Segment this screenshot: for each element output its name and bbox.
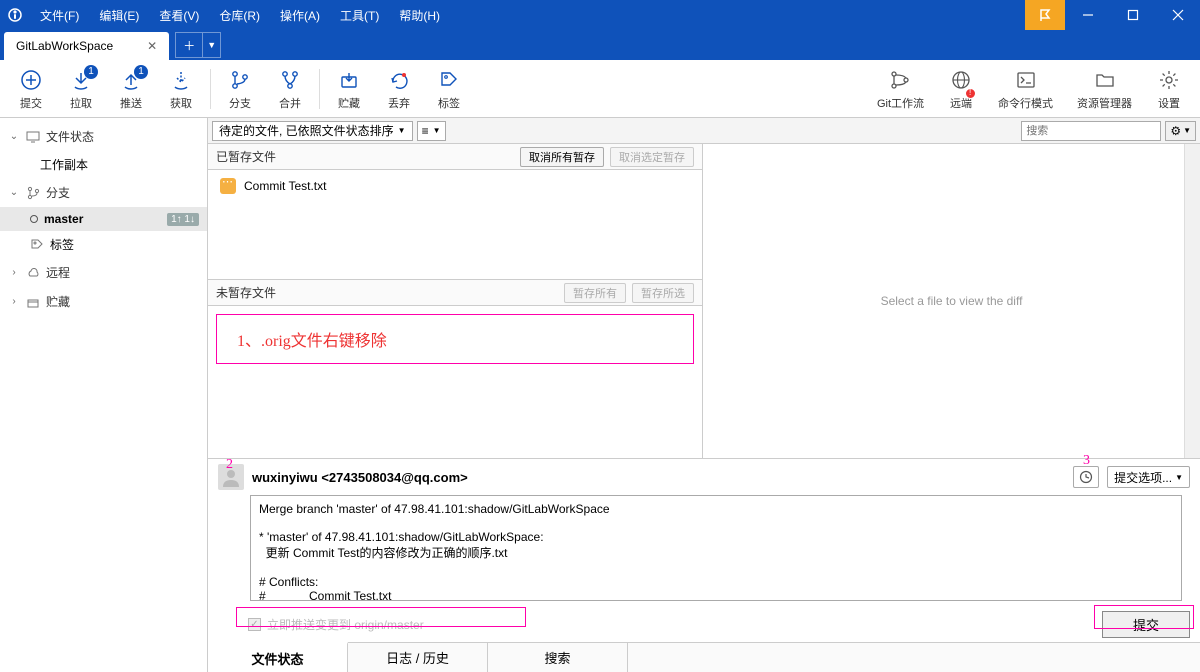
current-branch-icon: [30, 215, 38, 223]
branch-icon: [227, 67, 253, 93]
sidebar-branch-master[interactable]: master 1↑ 1↓: [0, 207, 207, 231]
push-badge: 1: [134, 65, 148, 79]
sidebar-tags[interactable]: 标签: [0, 231, 207, 258]
discard-icon: [386, 67, 412, 93]
annotation-1: 1、.orig文件右键移除: [216, 314, 694, 364]
remote-alert-icon: [965, 88, 976, 99]
maximize-button[interactable]: [1110, 0, 1155, 30]
explorer-button[interactable]: 资源管理器: [1065, 63, 1144, 115]
menu-edit[interactable]: 编辑(E): [89, 0, 149, 30]
menu-repo[interactable]: 仓库(R): [209, 0, 270, 30]
sidebar-remotes[interactable]: › 远程: [0, 258, 207, 287]
pull-badge: 1: [84, 65, 98, 79]
diff-placeholder: Select a file to view the diff: [881, 294, 1023, 308]
search-box[interactable]: 🔍: [1021, 121, 1161, 141]
push-immediately-label: 立即推送变更到 origin/master: [267, 616, 424, 633]
sidebar-stashes[interactable]: › 贮藏: [0, 287, 207, 316]
pull-button[interactable]: 1 拉取: [56, 63, 106, 115]
merge-button[interactable]: 合并: [265, 63, 315, 115]
terminal-button[interactable]: 命令行模式: [986, 63, 1065, 115]
branch-icon: [26, 186, 40, 200]
sidebar-branches[interactable]: ⌄ 分支: [0, 178, 207, 207]
close-tab-icon[interactable]: ✕: [143, 37, 161, 55]
tag-icon: [436, 67, 462, 93]
tab-search[interactable]: 搜索: [488, 643, 628, 672]
menu-bar: 文件(F) 编辑(E) 查看(V) 仓库(R) 操作(A) 工具(T) 帮助(H…: [30, 0, 1025, 30]
annotation-2: 2: [226, 457, 233, 473]
gear-icon: [1156, 67, 1182, 93]
explorer-icon: [1092, 67, 1118, 93]
clock-icon: [1079, 470, 1093, 484]
chevron-down-icon: ⌄: [8, 131, 20, 142]
menu-file[interactable]: 文件(F): [30, 0, 89, 30]
fetch-button[interactable]: 获取: [156, 63, 206, 115]
monitor-icon: [26, 131, 40, 143]
diff-scrollbar[interactable]: [1184, 144, 1200, 458]
commit-message-input[interactable]: Merge branch 'master' of 47.98.41.101:sh…: [250, 495, 1182, 601]
tab-file-status[interactable]: 文件状态: [208, 642, 348, 672]
staged-file-name: Commit Test.txt: [244, 179, 326, 193]
chevron-right-icon: ›: [8, 296, 20, 307]
close-button[interactable]: [1155, 0, 1200, 30]
unstage-selected-button[interactable]: 取消选定暂存: [610, 147, 694, 167]
menu-tools[interactable]: 工具(T): [330, 0, 389, 30]
chevron-down-icon: ⌄: [8, 187, 20, 198]
menu-actions[interactable]: 操作(A): [270, 0, 330, 30]
tab-log-history[interactable]: 日志 / 历史: [348, 643, 488, 672]
remote-button[interactable]: 远端: [936, 63, 986, 115]
repo-tab[interactable]: GitLabWorkSpace ✕: [4, 32, 169, 60]
repo-tab-title: GitLabWorkSpace: [16, 39, 113, 53]
view-mode-dropdown[interactable]: ≡▼: [417, 121, 446, 141]
gear-icon: ⚙: [1170, 124, 1181, 138]
discard-button[interactable]: 丢弃: [374, 63, 424, 115]
modified-file-icon: [220, 178, 236, 194]
unstaged-title: 未暂存文件: [216, 284, 558, 301]
stash-button[interactable]: 贮藏: [324, 63, 374, 115]
stage-selected-button[interactable]: 暂存所选: [632, 283, 694, 303]
commit-history-button[interactable]: [1073, 466, 1099, 488]
branch-button[interactable]: 分支: [215, 63, 265, 115]
commit-icon: [18, 67, 44, 93]
merge-icon: [277, 67, 303, 93]
fetch-icon: [168, 67, 194, 93]
tag-button[interactable]: 标签: [424, 63, 474, 115]
commit-author: wuxinyiwu <2743508034@qq.com>: [252, 470, 1065, 485]
app-icon: [0, 0, 30, 30]
list-icon: ≡: [422, 124, 429, 138]
staged-title: 已暂存文件: [216, 148, 514, 165]
settings-button[interactable]: 设置: [1144, 63, 1194, 115]
push-immediately-checkbox[interactable]: ✓: [248, 618, 261, 631]
tag-icon: [30, 238, 44, 252]
chevron-right-icon: ›: [8, 267, 20, 278]
staged-file-row[interactable]: Commit Test.txt: [212, 174, 698, 198]
gitflow-icon: [887, 67, 913, 93]
minimize-button[interactable]: [1065, 0, 1110, 30]
search-input[interactable]: [1026, 125, 1168, 137]
new-tab-button[interactable]: ＋: [175, 32, 203, 58]
stage-all-button[interactable]: 暂存所有: [564, 283, 626, 303]
stash-icon: [336, 67, 362, 93]
commit-submit-button[interactable]: 提交: [1102, 611, 1190, 638]
notification-flag[interactable]: [1025, 0, 1065, 30]
menu-view[interactable]: 查看(V): [149, 0, 209, 30]
file-sort-dropdown[interactable]: 待定的文件, 已依照文件状态排序▼: [212, 121, 413, 141]
sidebar-working-copy[interactable]: 工作副本: [0, 151, 207, 178]
cloud-icon: [26, 267, 40, 279]
sidebar-file-status[interactable]: ⌄ 文件状态: [0, 122, 207, 151]
tab-dropdown-button[interactable]: ▼: [203, 32, 221, 58]
push-button[interactable]: 1 推送: [106, 63, 156, 115]
annotation-3: 3: [1083, 453, 1090, 469]
terminal-icon: [1013, 67, 1039, 93]
gitflow-button[interactable]: Git工作流: [865, 63, 936, 115]
view-options-dropdown[interactable]: ⚙▼: [1165, 121, 1196, 141]
menu-help[interactable]: 帮助(H): [389, 0, 450, 30]
unstage-all-button[interactable]: 取消所有暂存: [520, 147, 604, 167]
branch-ahead-behind-badge: 1↑ 1↓: [167, 213, 199, 226]
commit-button[interactable]: 提交: [6, 63, 56, 115]
commit-options-dropdown[interactable]: 提交选项...▼: [1107, 466, 1190, 488]
stash-icon: [26, 296, 40, 308]
